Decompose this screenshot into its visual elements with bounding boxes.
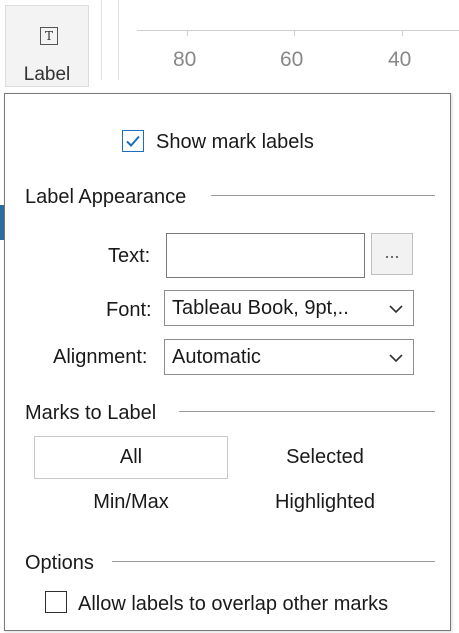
section-divider xyxy=(211,195,435,196)
font-dropdown-value: Tableau Book, 9pt,.. xyxy=(172,297,349,319)
label-mark-button[interactable]: T Label xyxy=(5,5,89,87)
font-dropdown[interactable]: Tableau Book, 9pt,.. xyxy=(164,290,414,326)
axis-tick xyxy=(294,30,295,36)
label-settings-popup: Show mark labels Label Appearance Text: … xyxy=(4,93,451,631)
allow-overlap-checkbox[interactable] xyxy=(45,591,67,613)
show-mark-labels-checkbox[interactable] xyxy=(122,130,144,152)
checkmark-icon xyxy=(126,135,140,147)
chevron-down-icon xyxy=(389,305,403,314)
edit-label-text-button[interactable]: ... xyxy=(371,233,413,275)
text-label-icon: T xyxy=(40,27,58,45)
label-text-input[interactable] xyxy=(166,233,365,278)
label-mark-button-label: Label xyxy=(23,64,71,85)
alignment-label: Alignment: xyxy=(53,346,148,368)
marks-option-selected[interactable]: Selected xyxy=(227,437,423,477)
section-divider xyxy=(112,561,435,562)
alignment-dropdown[interactable]: Automatic xyxy=(164,339,414,375)
chevron-down-icon xyxy=(389,354,403,363)
marks-option-min-max[interactable]: Min/Max xyxy=(34,482,228,522)
text-field-label: Text: xyxy=(108,245,151,267)
section-divider xyxy=(179,411,435,412)
divider xyxy=(118,0,119,80)
marks-to-label-heading: Marks to Label xyxy=(25,402,157,424)
axis-tick-label: 40 xyxy=(388,48,412,71)
axis-tick xyxy=(187,30,188,36)
marks-option-highlighted[interactable]: Highlighted xyxy=(227,482,423,522)
label-appearance-heading: Label Appearance xyxy=(25,186,187,208)
axis-tick-label: 80 xyxy=(173,48,197,71)
show-mark-labels-label: Show mark labels xyxy=(156,131,314,153)
axis-tick-label: 60 xyxy=(280,48,304,71)
axis-tick xyxy=(402,30,403,36)
options-heading: Options xyxy=(25,552,94,574)
axis-line xyxy=(137,30,459,31)
font-label: Font: xyxy=(106,299,152,321)
allow-overlap-label: Allow labels to overlap other marks xyxy=(78,593,389,615)
marks-option-all[interactable]: All xyxy=(34,436,228,479)
alignment-dropdown-value: Automatic xyxy=(172,346,261,368)
divider xyxy=(101,0,102,80)
